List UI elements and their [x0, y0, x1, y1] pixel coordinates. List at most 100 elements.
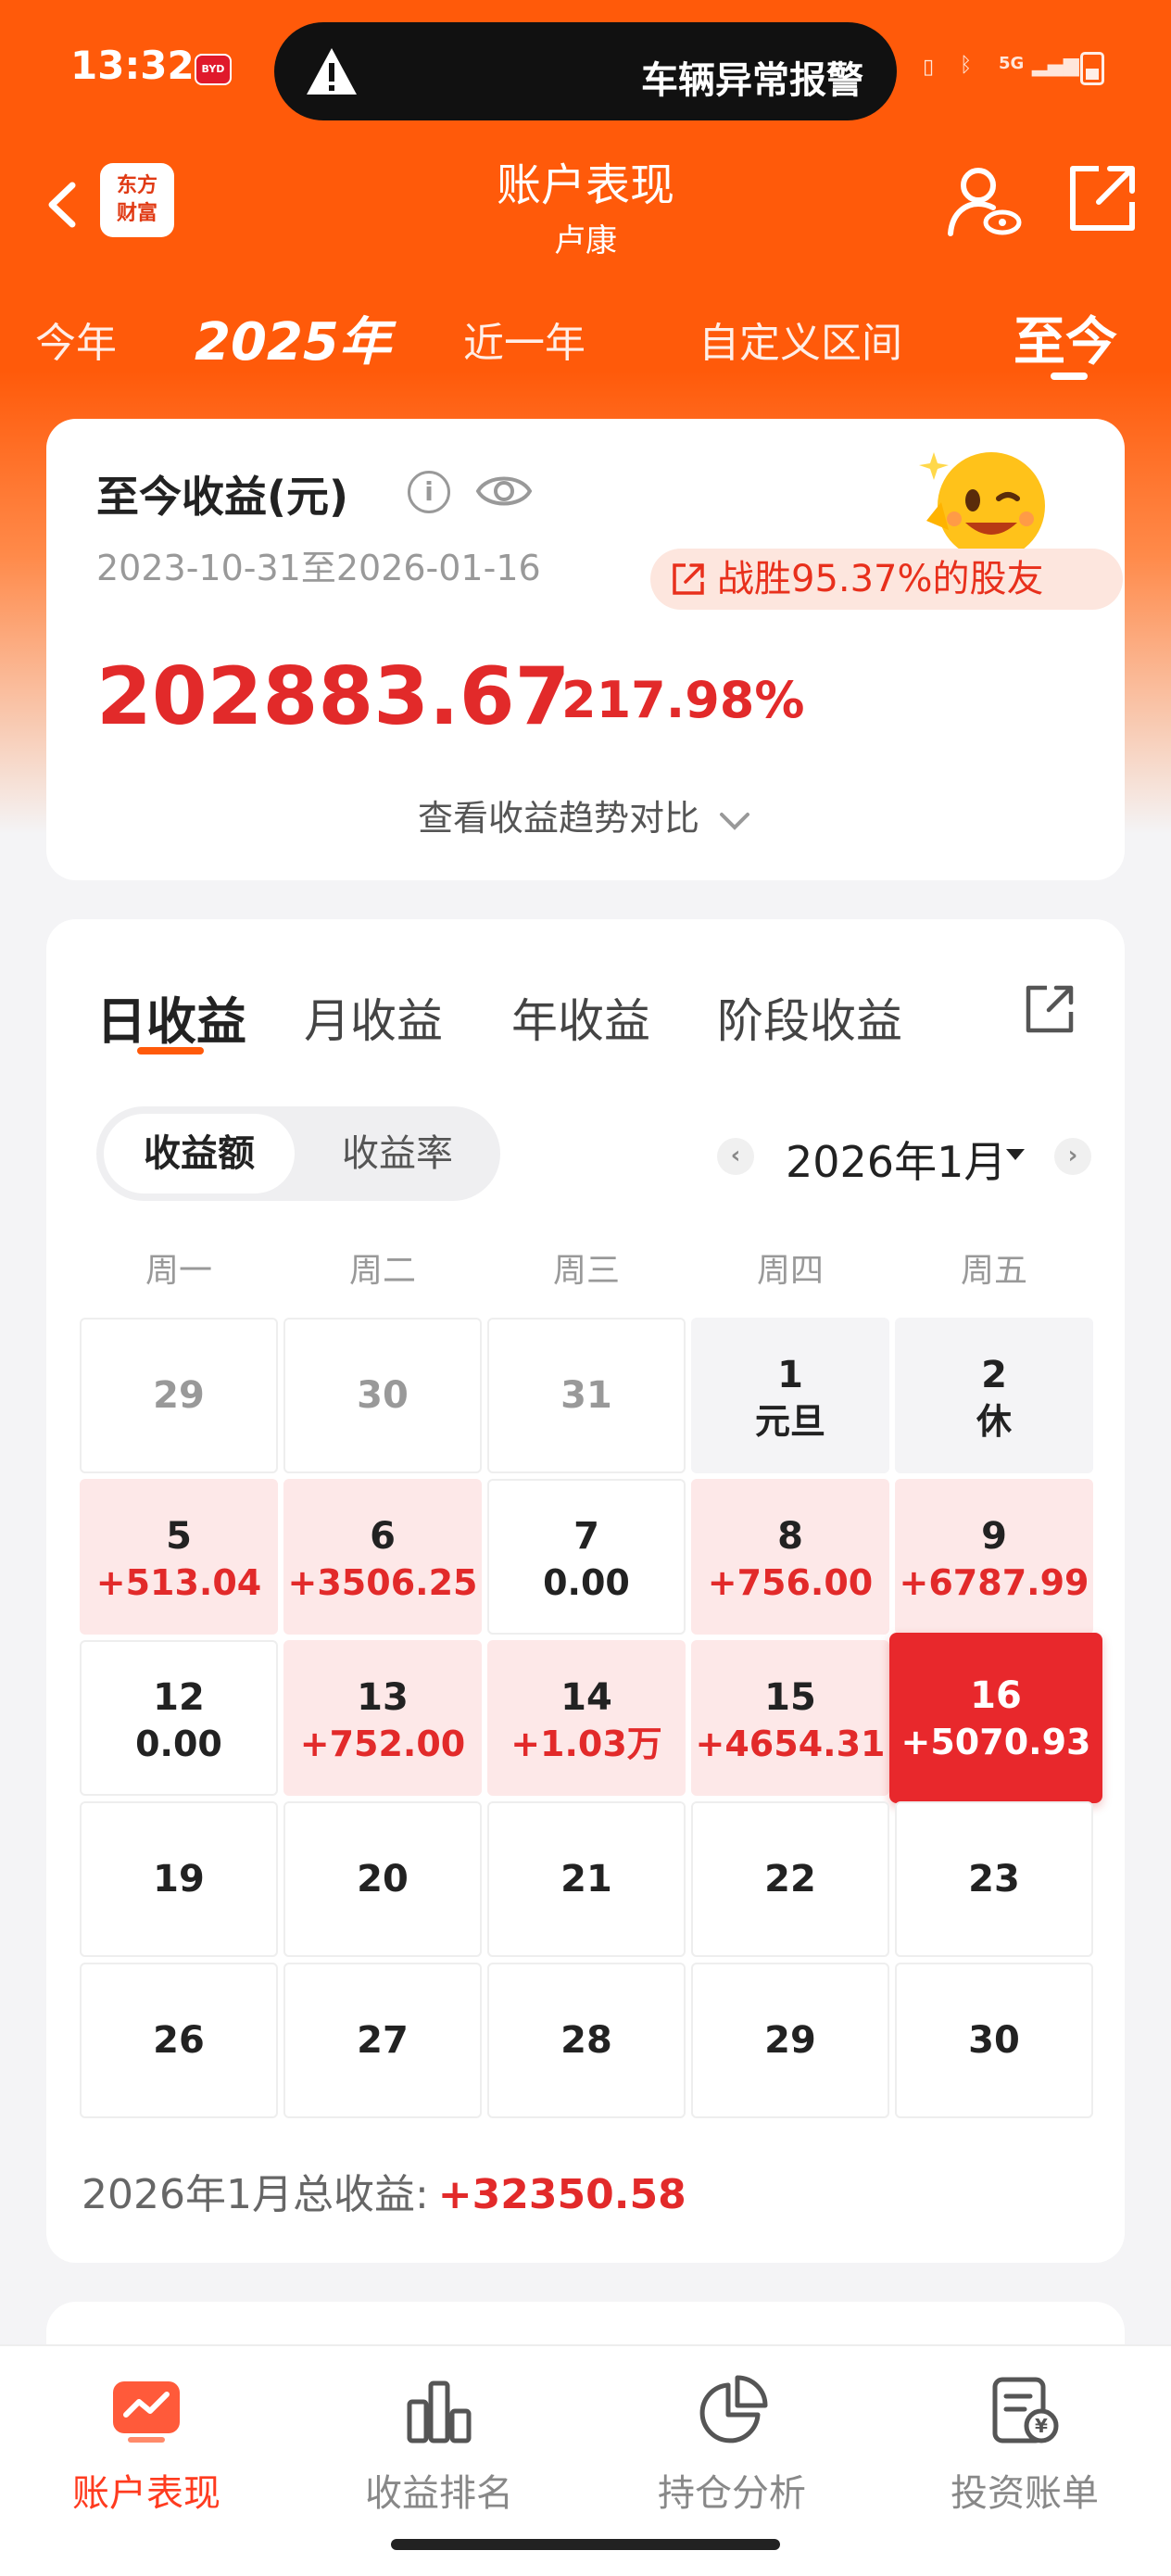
tab-label: 投资账单	[951, 2472, 1099, 2515]
tab-investment-bill[interactable]: ¥ 投资账单	[878, 2346, 1171, 2532]
bar-chart-icon	[407, 2380, 472, 2443]
calendar-day[interactable]: 30	[283, 1318, 482, 1473]
day-profit: +5070.93	[900, 1722, 1091, 1762]
range-tab-this-year[interactable]: 今年	[35, 309, 117, 369]
calendar-day-selected[interactable]: 16 +5070.93	[889, 1633, 1102, 1803]
vibrate-icon: ▯	[923, 56, 935, 79]
toggle-profit-amount[interactable]: 收益额	[104, 1114, 295, 1193]
svg-text:¥: ¥	[1035, 2415, 1048, 2437]
day-number: 28	[560, 2019, 612, 2062]
trend-compare-link[interactable]: 查看收益趋势对比	[46, 789, 1125, 840]
day-number: 15	[764, 1676, 816, 1719]
day-number: 6	[370, 1515, 396, 1558]
range-tab-2025[interactable]: 2025年	[195, 300, 391, 375]
active-tab-indicator	[137, 1047, 204, 1054]
tab-label: 收益排名	[365, 2472, 513, 2515]
day-number: 12	[153, 1676, 205, 1719]
profit-summary-card: 至今收益(元) i 2023-10-31至2026-01-16 战胜95.37%…	[46, 419, 1125, 880]
calendar-day[interactable]: 14 +1.03万	[487, 1640, 686, 1796]
month-total-label: 2026年1月总收益:	[82, 2171, 429, 2218]
share-small-icon	[673, 563, 704, 595]
user-view-icon[interactable]	[945, 161, 1023, 239]
calendar-day[interactable]: 19	[80, 1801, 278, 1957]
tab-monthly-profit[interactable]: 月收益	[304, 984, 443, 1051]
weekday-header: 周三	[552, 1252, 620, 1290]
calendar-day[interactable]: 8 +756.00	[691, 1479, 889, 1635]
day-number: 26	[153, 2019, 205, 2062]
next-month-button[interactable]: ›	[1054, 1138, 1091, 1175]
tab-label: 持仓分析	[658, 2472, 806, 2515]
holiday-label: 休	[976, 1401, 1012, 1442]
range-tab-last-year[interactable]: 近一年	[463, 309, 586, 369]
month-total-value: +32350.58	[437, 2171, 686, 2218]
calendar-day[interactable]: 9 +6787.99	[895, 1479, 1093, 1635]
month-total: 2026年1月总收益: +32350.58	[82, 2161, 686, 2220]
share-icon[interactable]	[1065, 161, 1140, 235]
day-number: 21	[560, 1858, 612, 1900]
calendar-day[interactable]: 26	[80, 1963, 278, 2118]
trend-compare-label: 查看收益趋势对比	[417, 798, 699, 839]
info-icon[interactable]: i	[408, 471, 450, 513]
calendar-day[interactable]: 27	[283, 1963, 482, 2118]
day-number: 5	[166, 1515, 192, 1558]
dynamic-island-alert[interactable]: 车辆异常报警	[274, 22, 897, 120]
calendar-day[interactable]: 29	[691, 1963, 889, 2118]
calendar-day[interactable]: 30	[895, 1963, 1093, 2118]
day-profit: +3506.25	[287, 1562, 478, 1603]
range-tab-to-date[interactable]: 至今	[1014, 300, 1117, 375]
month-selector: ‹ 2026年1月 ›	[665, 1114, 1101, 1197]
calendar-day[interactable]: 6 +3506.25	[283, 1479, 482, 1635]
toggle-profit-rate[interactable]: 收益率	[302, 1114, 493, 1193]
calendar-day[interactable]: 22	[691, 1801, 889, 1957]
system-icons: ▯ ᛒ 5G ▂▄▆	[923, 50, 1117, 87]
calendar-day[interactable]: 28	[487, 1963, 686, 2118]
bill-icon: ¥	[992, 2377, 1059, 2443]
calendar-day[interactable]: 1 元旦	[691, 1318, 889, 1473]
calendar-day[interactable]: 23	[895, 1801, 1093, 1957]
day-profit: +756.00	[707, 1562, 874, 1603]
calendar-day[interactable]: 29	[80, 1318, 278, 1473]
day-profit: +752.00	[299, 1724, 466, 1764]
day-profit: +513.04	[95, 1562, 262, 1603]
day-number: 2	[981, 1354, 1007, 1396]
beat-text: 战胜95.37%的股友	[717, 558, 1044, 600]
tab-account-performance[interactable]: 账户表现	[0, 2346, 293, 2532]
current-month[interactable]: 2026年1月	[786, 1129, 1006, 1190]
tab-holding-analysis[interactable]: 持仓分析	[586, 2346, 878, 2532]
caret-down-icon[interactable]	[1006, 1149, 1025, 1160]
calendar-day[interactable]: 31	[487, 1318, 686, 1473]
alert-text: 车辆异常报警	[641, 59, 863, 102]
export-icon[interactable]	[1023, 980, 1078, 1036]
weekday-header: 周四	[756, 1252, 824, 1290]
active-range-indicator	[1051, 373, 1088, 380]
pie-chart-icon	[699, 2375, 768, 2443]
tab-stage-profit[interactable]: 阶段收益	[717, 984, 902, 1051]
calendar-day[interactable]: 12 0.00	[80, 1640, 278, 1796]
calendar-day[interactable]: 2休	[895, 1318, 1093, 1473]
day-number: 31	[560, 1374, 612, 1417]
calendar-day[interactable]: 5 +513.04	[80, 1479, 278, 1635]
tab-daily-profit[interactable]: 日收益	[96, 980, 246, 1054]
signal-icon: ▂▄▆	[1032, 54, 1079, 77]
bluetooth-icon: ᛒ	[960, 54, 973, 77]
calendar-day[interactable]: 13 +752.00	[283, 1640, 482, 1796]
calendar-day[interactable]: 21	[487, 1801, 686, 1957]
tab-profit-ranking[interactable]: 收益排名	[293, 2346, 586, 2532]
eye-icon[interactable]	[474, 467, 534, 515]
day-profit: +4654.31	[695, 1724, 886, 1764]
day-profit: +6787.99	[899, 1562, 1089, 1603]
tab-yearly-profit[interactable]: 年收益	[511, 984, 650, 1051]
range-tab-custom[interactable]: 自定义区间	[699, 309, 902, 369]
day-number: 14	[560, 1676, 612, 1719]
date-range: 2023-10-31至2026-01-16	[96, 548, 541, 588]
day-number: 19	[153, 1858, 205, 1900]
day-number: 27	[357, 2019, 409, 2062]
beat-percentage-badge[interactable]: 战胜95.37%的股友	[650, 549, 1123, 610]
day-profit: +1.03万	[510, 1724, 662, 1764]
calendar-day[interactable]: 7 0.00	[487, 1479, 686, 1635]
calendar-day[interactable]: 20	[283, 1801, 482, 1957]
byd-app-icon: BYD	[195, 54, 232, 85]
prev-month-button[interactable]: ‹	[717, 1138, 754, 1175]
calendar-day[interactable]: 15 +4654.31	[691, 1640, 889, 1796]
weekday-header: 周一	[145, 1252, 212, 1290]
